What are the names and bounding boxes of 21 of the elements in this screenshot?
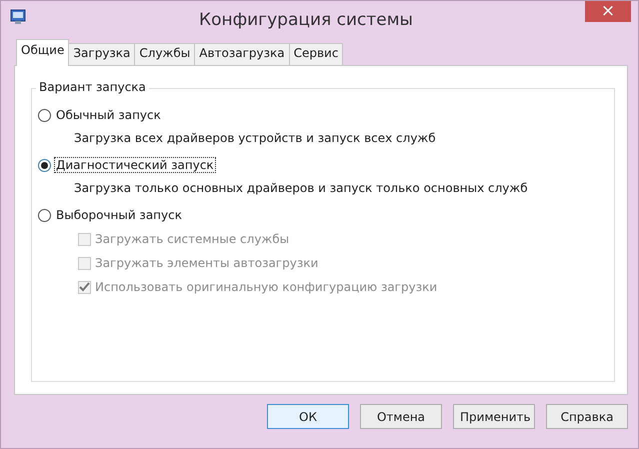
radio-button[interactable]: [38, 208, 51, 222]
tab[interactable]: Общие: [16, 39, 70, 66]
dialog-button[interactable]: ОК: [267, 404, 349, 429]
option-label[interactable]: Обычный запуск: [54, 107, 163, 123]
window-title: Конфигурация системы: [198, 10, 414, 30]
close-button[interactable]: ×: [585, 1, 631, 22]
group-title: Вариант запуска: [36, 80, 149, 94]
option-description: Загрузка только основных драйверов и запуск только основных служб: [74, 181, 529, 195]
tab[interactable]: Автозагрузка: [194, 43, 290, 65]
dialog-button[interactable]: Отмена: [360, 404, 442, 429]
tab[interactable]: Службы: [134, 43, 196, 65]
tab[interactable]: Загрузка: [68, 43, 136, 65]
radio-button[interactable]: [38, 108, 51, 122]
option-description: Загрузка всех драйверов устройств и запуск всех служб: [74, 131, 437, 145]
window-icon: [9, 9, 27, 25]
radio-button[interactable]: [38, 158, 51, 172]
option-label[interactable]: Выборочный запуск: [54, 207, 184, 223]
tab[interactable]: Сервис: [288, 43, 344, 65]
dialog-button[interactable]: Справка: [546, 404, 628, 429]
option-label[interactable]: Диагностический запуск: [54, 157, 216, 173]
dialog-button[interactable]: Применить: [453, 404, 535, 429]
